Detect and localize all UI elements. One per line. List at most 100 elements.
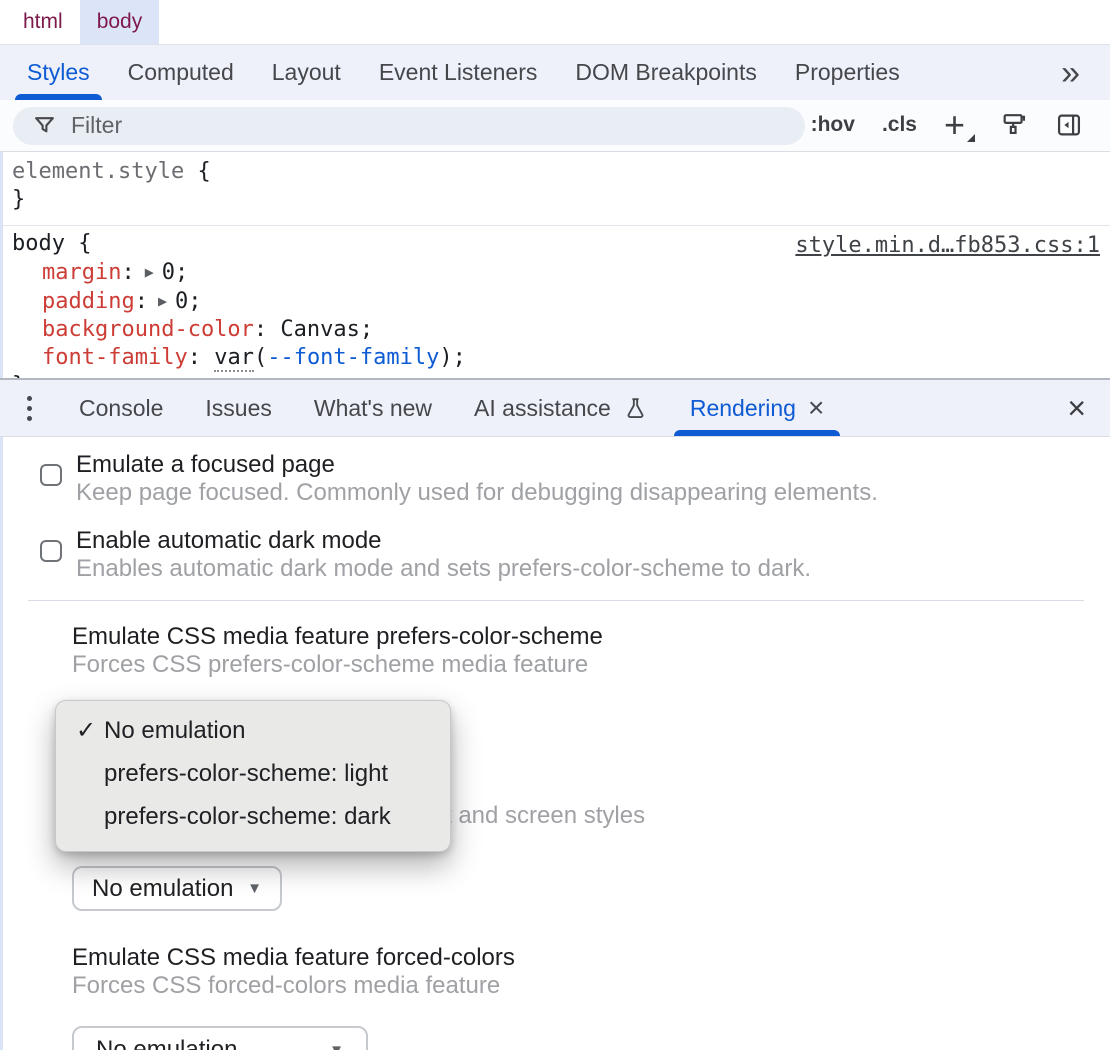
semicolon: ; (188, 289, 201, 314)
styles-toolbar-actions: :hov .cls + (811, 111, 1110, 140)
breadcrumb: html body (0, 0, 1110, 45)
tab-rendering[interactable]: Rendering × (669, 380, 846, 436)
colon: : (121, 260, 134, 285)
close-brace: } (12, 187, 25, 212)
open-brace: { (197, 159, 210, 184)
new-style-rule-button[interactable]: + (944, 111, 973, 140)
semicolon: ; (175, 260, 188, 285)
option-label: No emulation (104, 717, 245, 745)
prefers-color-scheme-select[interactable]: No emulation ▼ (72, 866, 282, 911)
rendering-tab-close-icon[interactable]: × (808, 394, 824, 422)
tab-label: AI assistance (474, 395, 611, 422)
forced-colors-section: Emulate CSS media feature forced-colors … (72, 944, 515, 1000)
prefers-color-scheme-section: Emulate CSS media feature prefers-color-… (72, 623, 603, 679)
emulate-focused-page-checkbox[interactable] (40, 464, 62, 486)
property-value: 0 (162, 260, 175, 285)
tab-issues[interactable]: Issues (184, 380, 292, 436)
setting-label: Emulate a focused page (76, 451, 878, 479)
section-description: Forces CSS forced-colors media feature (72, 972, 515, 1000)
breadcrumb-item-body[interactable]: body (80, 0, 160, 44)
colon: : (254, 317, 267, 342)
tab-whats-new[interactable]: What's new (293, 380, 453, 436)
css-property-row[interactable]: padding:▶0; (12, 287, 1110, 316)
section-description: Forces CSS prefers-color-scheme media fe… (72, 651, 603, 679)
tab-dom-breakpoints[interactable]: DOM Breakpoints (556, 45, 776, 100)
property-name: margin (42, 260, 121, 285)
pane-left-border (0, 152, 3, 378)
flask-icon (623, 396, 648, 421)
setting-description: Keep page focused. Commonly used for deb… (76, 479, 878, 507)
stylesheet-source-link[interactable]: style.min.d…fb853.css:1 (795, 232, 1100, 260)
filter-input[interactable] (69, 111, 669, 140)
prefers-color-scheme-dropdown-menu: ✓ No emulation prefers-color-scheme: lig… (55, 700, 451, 852)
tab-computed[interactable]: Computed (109, 45, 253, 100)
selected-check-icon: ✓ (76, 716, 96, 745)
body-selector: body (12, 231, 65, 256)
expand-arrow-icon[interactable]: ▶ (148, 292, 175, 310)
paren: ) (439, 345, 452, 370)
more-tabs-icon[interactable]: » (1061, 56, 1080, 90)
property-name: font-family (42, 345, 188, 370)
css-property-row[interactable]: font-family: var(--font-family); (12, 344, 1110, 372)
dropdown-option-light[interactable]: prefers-color-scheme: light (56, 752, 450, 795)
css-variable-link[interactable]: --font-family (267, 345, 439, 370)
tab-layout[interactable]: Layout (253, 45, 360, 100)
section-divider (28, 600, 1084, 601)
tab-label: Console (79, 395, 163, 422)
section-title: Emulate CSS media feature prefers-color-… (72, 623, 603, 651)
emulate-focused-page-setting: Emulate a focused page Keep page focused… (40, 451, 878, 507)
breadcrumb-item-html[interactable]: html (6, 0, 80, 44)
property-value: 0 (175, 289, 188, 314)
tab-label: Issues (205, 395, 271, 422)
css-property-row[interactable]: background-color: Canvas; (12, 316, 1110, 344)
semicolon: ; (360, 317, 373, 342)
select-value: No emulation (96, 1036, 237, 1050)
tab-label: Rendering (690, 395, 796, 422)
devtools-window: html body Styles Computed Layout Event L… (0, 0, 1110, 1050)
occluded-description-fragment: t and screen styles (445, 802, 645, 830)
styles-panel-tabbar: Styles Computed Layout Event Listeners D… (0, 45, 1110, 100)
element-classes-button[interactable]: .cls (882, 113, 917, 137)
paint-roller-icon[interactable] (1000, 111, 1028, 139)
tab-event-listeners[interactable]: Event Listeners (360, 45, 557, 100)
setting-description: Enables automatic dark mode and sets pre… (76, 555, 811, 583)
setting-label: Enable automatic dark mode (76, 527, 811, 555)
paren: ( (254, 345, 267, 370)
var-function[interactable]: var (214, 345, 254, 372)
dropdown-option-no-emulation[interactable]: ✓ No emulation (56, 709, 450, 752)
styles-toolbar: :hov .cls + (0, 100, 1110, 152)
colon: : (135, 289, 148, 314)
drawer-close-icon[interactable]: × (1067, 392, 1086, 424)
toggle-element-state-button[interactable]: :hov (811, 113, 855, 137)
tab-label: What's new (314, 395, 432, 422)
expand-arrow-icon[interactable]: ▶ (135, 263, 162, 281)
option-label: prefers-color-scheme: light (104, 760, 388, 788)
filter-icon (33, 114, 56, 137)
drawer-menu-kebab-icon[interactable] (0, 380, 58, 436)
css-property-row[interactable]: margin:▶0; (12, 258, 1110, 287)
select-value: No emulation (92, 875, 233, 903)
chevron-down-icon: ▼ (329, 1042, 344, 1050)
pane-left-border (0, 437, 3, 1050)
tab-styles[interactable]: Styles (8, 45, 109, 100)
auto-dark-mode-checkbox[interactable] (40, 540, 62, 562)
section-title: Emulate CSS media feature forced-colors (72, 944, 515, 972)
element-style-rule[interactable]: element.style { } (0, 152, 1110, 226)
rendering-panel: Emulate a focused page Keep page focused… (0, 437, 1110, 1050)
forced-colors-select[interactable]: No emulation ▼ (72, 1026, 368, 1050)
drawer-tabbar: Console Issues What's new AI assistance … (0, 378, 1110, 437)
auto-dark-mode-setting: Enable automatic dark mode Enables autom… (40, 527, 811, 583)
dropdown-option-dark[interactable]: prefers-color-scheme: dark (56, 795, 450, 838)
open-brace: { (78, 231, 91, 256)
styles-rules-pane: element.style { } style.min.d…fb853.css:… (0, 152, 1110, 378)
tab-ai-assistance[interactable]: AI assistance (453, 380, 669, 436)
dock-side-icon[interactable] (1055, 111, 1083, 139)
semicolon: ; (453, 345, 466, 370)
body-style-rule[interactable]: style.min.d…fb853.css:1 body { margin:▶0… (0, 226, 1110, 378)
property-name: padding (42, 289, 135, 314)
option-label: prefers-color-scheme: dark (104, 803, 391, 831)
tab-console[interactable]: Console (58, 380, 184, 436)
tab-properties[interactable]: Properties (776, 45, 919, 100)
filter-field[interactable] (13, 107, 805, 145)
chevron-down-icon: ▼ (247, 880, 262, 897)
